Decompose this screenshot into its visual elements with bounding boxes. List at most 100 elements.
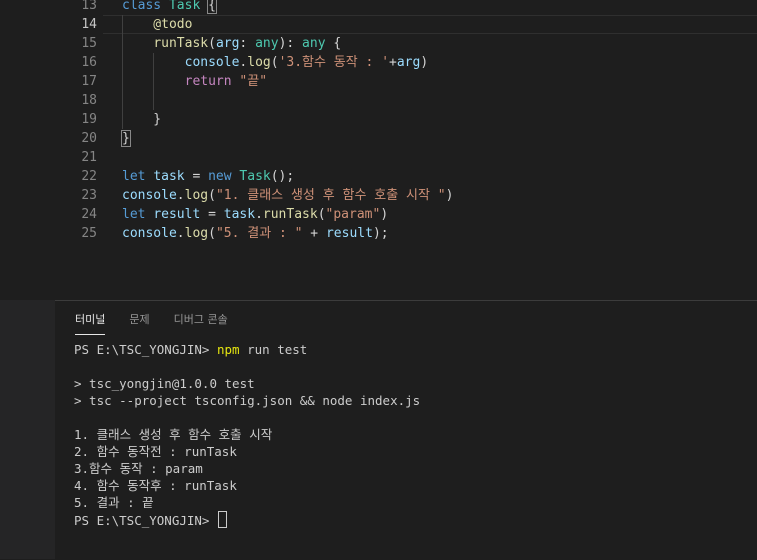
code-token: ): — [278, 36, 303, 51]
code-token: any — [255, 36, 279, 51]
code-token: ) — [445, 188, 454, 203]
code-line[interactable]: @todo — [122, 15, 192, 34]
tab-problems[interactable]: 문제 — [129, 311, 149, 335]
code-token: Task — [239, 169, 271, 184]
line-number: 16 — [81, 55, 97, 70]
line-number: 13 — [81, 0, 97, 13]
code-line[interactable]: return "끝" — [122, 72, 267, 91]
code-token: ) — [380, 207, 389, 222]
code-token: arg — [215, 36, 240, 51]
terminal-command-line: PS E:\TSC_YONGJIN> npm run test — [74, 341, 307, 358]
code-token: . — [255, 207, 263, 222]
command-args: run test — [239, 342, 308, 357]
code-token: class — [122, 0, 169, 13]
code-token: @todo — [122, 17, 193, 32]
code-token: : — [239, 36, 256, 51]
code-token: { — [325, 36, 342, 51]
code-token: ( — [208, 36, 216, 51]
code-token: ) — [420, 55, 429, 70]
tab-debug-console[interactable]: 디버그 콘솔 — [174, 311, 228, 335]
code-token: ( — [270, 55, 279, 70]
code-token: let — [122, 207, 146, 222]
tab-terminal[interactable]: 터미널 — [75, 311, 106, 335]
code-token: + — [302, 226, 326, 241]
code-line[interactable]: let result = task.runTask("param") — [122, 205, 388, 224]
code-line[interactable]: } — [121, 129, 131, 148]
code-token: ( — [317, 207, 326, 222]
code-token: log — [184, 188, 209, 203]
code-line[interactable]: let task = new Task(); — [122, 167, 294, 186]
code-token: + — [389, 55, 397, 70]
line-number: 24 — [81, 207, 97, 222]
terminal-line: 5. 결과 : 끝 — [74, 495, 154, 510]
code-editor[interactable]: 13 14 15 16 17 18 19 20 21 22 23 24 25 class Task { … — [0, 0, 757, 300]
code-token: ( — [208, 188, 216, 203]
code-token: runTask — [262, 207, 318, 222]
line-number: 19 — [81, 112, 97, 127]
code-token: } — [121, 130, 131, 147]
line-number: 20 — [81, 131, 97, 146]
code-token: { — [207, 0, 217, 14]
code-token: Task — [168, 0, 201, 13]
code-line[interactable]: } — [122, 110, 161, 129]
code-token: ( — [208, 226, 216, 241]
terminal-cursor[interactable] — [218, 511, 227, 528]
line-number: 17 — [81, 74, 97, 89]
code-token: task — [223, 207, 256, 222]
line-number: 18 — [81, 93, 97, 108]
bottom-panel: 터미널 문제 디버그 콘솔 PS E:\TSC_YONGJIN> npm run… — [55, 300, 757, 560]
code-line[interactable]: runTask(arg: any): any { — [122, 34, 341, 53]
code-line[interactable]: console.log("5. 결과 : " + result); — [122, 224, 389, 243]
terminal-line: 2. 함수 동작전 : runTask — [74, 444, 237, 459]
terminal-prompt: PS E:\TSC_YONGJIN> — [74, 342, 217, 357]
terminal-final-prompt: PS E:\TSC_YONGJIN> — [74, 511, 227, 528]
line-number: 15 — [81, 36, 97, 51]
code-token: console — [122, 226, 177, 241]
line-number: 25 — [81, 226, 97, 241]
command-npm: npm — [217, 342, 240, 357]
line-number: 22 — [81, 169, 97, 184]
line-number: 21 — [81, 150, 97, 165]
line-number: 23 — [81, 188, 97, 203]
code-token: console — [122, 188, 177, 203]
terminal-prompt: PS E:\TSC_YONGJIN> — [74, 513, 217, 528]
code-token: "param" — [325, 207, 381, 222]
terminal-line: 3.함수 동작 : param — [74, 461, 203, 476]
terminal-line: > tsc --project tsconfig.json && node in… — [74, 393, 421, 408]
terminal-line: 1. 클래스 생성 후 함수 호출 시작 — [74, 427, 273, 442]
code-token: "1. 클래스 생성 후 함수 호출 시작 " — [215, 188, 446, 203]
code-token: console — [184, 55, 240, 70]
current-line-highlight — [103, 15, 757, 34]
code-token: let — [122, 169, 146, 184]
terminal-line: 4. 함수 동작후 : runTask — [74, 478, 237, 493]
code-token: '3.함수 동작 : ' — [278, 55, 390, 70]
code-token: ); — [372, 226, 389, 241]
line-number: 14 — [81, 17, 97, 32]
terminal-line: > tsc_yongjin@1.0.0 test — [74, 376, 255, 391]
code-token: = — [184, 169, 209, 184]
code-line[interactable]: console.log('3.함수 동작 : '+arg) — [122, 53, 429, 72]
code-token: . — [176, 226, 185, 241]
code-token: return — [184, 74, 232, 89]
code-token: any — [302, 36, 326, 51]
code-token: new — [208, 169, 232, 184]
code-line[interactable]: class Task { — [122, 0, 217, 15]
code-token: "5. 결과 : " — [215, 226, 303, 241]
code-token: } — [122, 112, 162, 127]
code-token: = — [200, 207, 224, 222]
code-token: arg — [396, 55, 421, 70]
code-token: (); — [270, 169, 295, 184]
code-line[interactable]: console.log("1. 클래스 생성 후 함수 호출 시작 ") — [122, 186, 453, 205]
code-token: log — [184, 226, 209, 241]
code-token: . — [176, 188, 185, 203]
code-token: runTask — [153, 36, 209, 51]
code-token: log — [247, 55, 271, 70]
code-token: result — [325, 226, 373, 241]
code-token: task — [153, 169, 185, 184]
code-token: result — [153, 207, 201, 222]
panel-tabs: 터미널 문제 디버그 콘솔 — [75, 311, 228, 335]
